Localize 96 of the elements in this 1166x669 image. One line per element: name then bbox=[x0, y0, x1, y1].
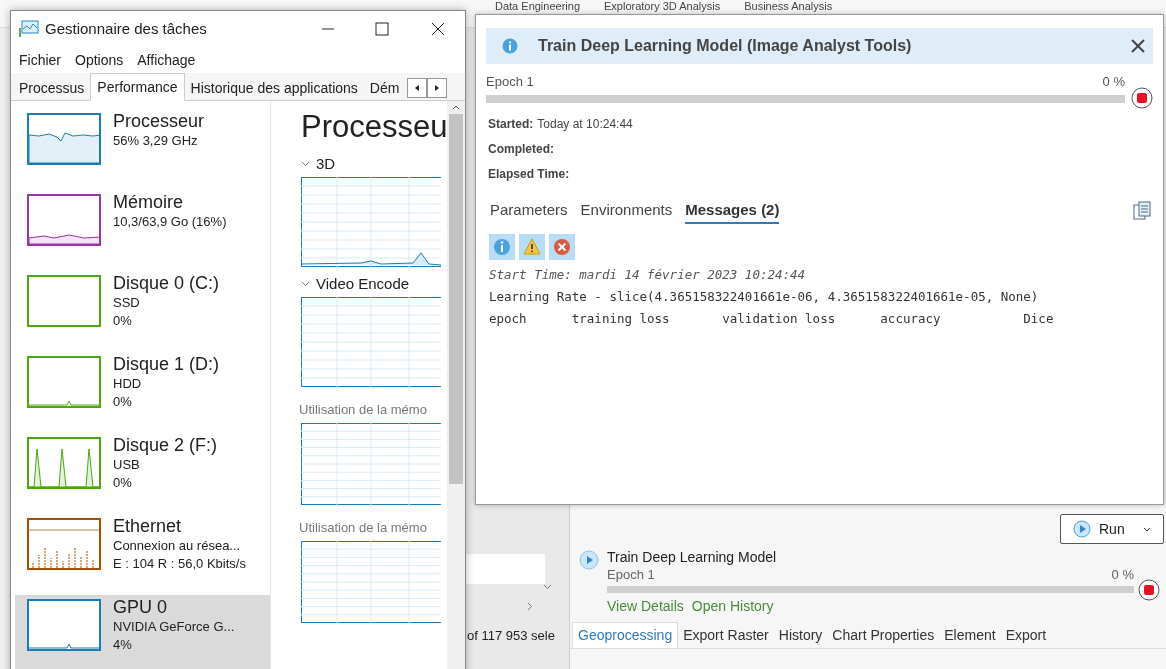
ribbon-tab[interactable]: Business Analysis bbox=[744, 1, 833, 12]
close-button[interactable] bbox=[431, 22, 445, 36]
message-filter[interactable] bbox=[549, 234, 575, 260]
pane-tab[interactable]: Export Raster bbox=[678, 622, 774, 648]
sidebar-item[interactable]: Disque 0 (C:) SSD 0% bbox=[15, 271, 270, 352]
job-link[interactable]: View Details bbox=[607, 596, 684, 617]
progress-percent: 0 % bbox=[1102, 73, 1125, 91]
scrollbar[interactable] bbox=[447, 101, 465, 669]
menu-item[interactable]: Fichier bbox=[19, 49, 61, 71]
message-filter[interactable] bbox=[519, 234, 545, 260]
chevron-icon[interactable] bbox=[301, 281, 310, 287]
section-label: 3D bbox=[316, 155, 336, 173]
arrow-up-icon[interactable] bbox=[452, 105, 460, 110]
sidebar-item-title: GPU 0 bbox=[113, 596, 169, 618]
sidebar-item-detail: 4% bbox=[113, 636, 133, 654]
info-icon bbox=[491, 236, 513, 258]
tab[interactable]: Historique des applications bbox=[184, 76, 364, 100]
sidebar-item-title: Disque 0 (C:) bbox=[113, 272, 220, 294]
tab[interactable]: Dém bbox=[363, 76, 406, 100]
field-label: Started: bbox=[488, 115, 534, 133]
sidebar-item-detail: 0% bbox=[113, 312, 133, 330]
sidebar-item-detail: NVIDIA GeForce G... bbox=[113, 618, 235, 636]
sidebar-item-title: Processeur bbox=[113, 110, 205, 132]
tab[interactable]: Messages (2) bbox=[685, 198, 780, 224]
pane-tab[interactable]: Export bbox=[1000, 622, 1052, 648]
section-label: Utilisation de la mémo bbox=[299, 401, 428, 419]
dialog-title: Train Deep Learning Model (Image Analyst Tools) bbox=[538, 36, 913, 56]
sidebar-item-detail: 56% 3,29 GHz bbox=[113, 132, 199, 150]
chevron-icon[interactable] bbox=[301, 161, 310, 167]
sidebar-item-detail: 0% bbox=[113, 474, 133, 492]
message-line: Learning Rate - slice(4.365158322401661e-06, 4.365158322401661e-05, None) bbox=[489, 288, 1040, 306]
tab[interactable]: Environments bbox=[580, 198, 673, 224]
pane-tab[interactable]: Element bbox=[939, 622, 1001, 648]
menu-item[interactable]: Affichage bbox=[137, 49, 196, 71]
field-value: Today at 10:24:44 bbox=[537, 115, 633, 133]
arrow-left-icon bbox=[415, 85, 420, 91]
stop-button[interactable] bbox=[1138, 579, 1160, 601]
ribbon-tab[interactable]: Data Engineering bbox=[495, 1, 580, 12]
message-filter[interactable] bbox=[489, 234, 515, 260]
sidebar-item-title: Disque 2 (F:) bbox=[113, 434, 218, 456]
scroll-left-button[interactable] bbox=[407, 78, 428, 98]
sidebar-item-detail: E : 104 R : 56,0 Kbits/s bbox=[113, 555, 246, 573]
ribbon-tab[interactable]: Exploratory 3D Analysis bbox=[604, 1, 721, 12]
sidebar-item-title: Ethernet bbox=[113, 515, 183, 537]
arrow-right-icon[interactable] bbox=[527, 602, 533, 611]
close-button[interactable] bbox=[1131, 39, 1145, 53]
run-button[interactable]: Run bbox=[1060, 514, 1164, 544]
caret-icon bbox=[1143, 526, 1151, 532]
sidebar-item[interactable]: Mémoire 10,3/63,9 Go (16%) bbox=[15, 190, 270, 271]
section-label: Video Encode bbox=[316, 275, 410, 293]
tab[interactable]: Processus bbox=[13, 76, 91, 100]
sidebar-item-detail: Connexion au résea... bbox=[113, 537, 242, 555]
pane-tab[interactable]: Geoprocessing bbox=[572, 622, 679, 648]
sidebar-item[interactable]: Processeur 56% 3,29 GHz bbox=[15, 109, 270, 190]
sidebar-item-title: Mémoire bbox=[113, 191, 184, 213]
maximize-button[interactable] bbox=[375, 22, 389, 36]
tab[interactable]: Performance bbox=[90, 73, 185, 101]
sidebar-item[interactable]: GPU 0 NVIDIA GeForce G... 4% bbox=[15, 595, 270, 669]
menu-item[interactable]: Options bbox=[75, 49, 124, 71]
sidebar-item-detail: SSD bbox=[113, 294, 141, 312]
sidebar-item-detail: 10,3/63,9 Go (16%) bbox=[113, 213, 227, 231]
arrow-right-icon bbox=[435, 85, 440, 91]
copy-icon[interactable] bbox=[1133, 201, 1151, 222]
section-label: Utilisation de la mémo bbox=[299, 519, 428, 537]
stop-button[interactable] bbox=[1131, 86, 1153, 109]
field-label: Completed: bbox=[488, 140, 554, 158]
job-link[interactable]: Open History bbox=[691, 596, 774, 617]
info-icon bbox=[502, 38, 518, 54]
detail-title: Processeu bbox=[301, 108, 447, 146]
field-label: Elapsed Time: bbox=[488, 165, 570, 183]
sidebar-item[interactable]: Ethernet Connexion au résea... E : 104 R : 56,0 Kbits/s bbox=[15, 514, 270, 595]
pane-tab[interactable]: Chart Properties bbox=[827, 622, 940, 648]
selection-count: of 117 953 sele bbox=[467, 627, 555, 645]
play-icon bbox=[1073, 520, 1091, 538]
message-line: Start Time: mardi 14 février 2023 10:24:44 bbox=[489, 266, 807, 284]
sidebar-item-detail: 0% bbox=[113, 393, 133, 411]
play-icon[interactable] bbox=[579, 550, 599, 570]
input-field[interactable] bbox=[465, 554, 545, 584]
pane-tab[interactable]: History bbox=[773, 622, 828, 648]
job-status: Epoch 1 bbox=[607, 566, 655, 584]
scroll-right-button[interactable] bbox=[427, 78, 448, 98]
window-title: Gestionnaire des tâches bbox=[45, 18, 208, 39]
warning-icon bbox=[521, 236, 543, 258]
sidebar-item[interactable]: Disque 1 (D:) HDD 0% bbox=[15, 352, 270, 433]
message-line: epoch training loss validation loss accuracy Dice bbox=[489, 310, 1055, 328]
job-title: Train Deep Learning Model bbox=[607, 548, 778, 566]
sidebar-item-detail: HDD bbox=[113, 375, 143, 393]
sidebar-item-detail: USB bbox=[113, 456, 141, 474]
error-icon bbox=[551, 236, 573, 258]
sidebar-item[interactable]: Disque 2 (F:) USB 0% bbox=[15, 433, 270, 514]
progress-label: Epoch 1 bbox=[486, 73, 534, 91]
chevron-icon[interactable] bbox=[543, 584, 552, 590]
sidebar-item-title: Disque 1 (D:) bbox=[113, 353, 220, 375]
monitor-icon bbox=[19, 20, 39, 38]
job-percent: 0 % bbox=[1111, 566, 1134, 584]
tab[interactable]: Parameters bbox=[490, 198, 568, 224]
